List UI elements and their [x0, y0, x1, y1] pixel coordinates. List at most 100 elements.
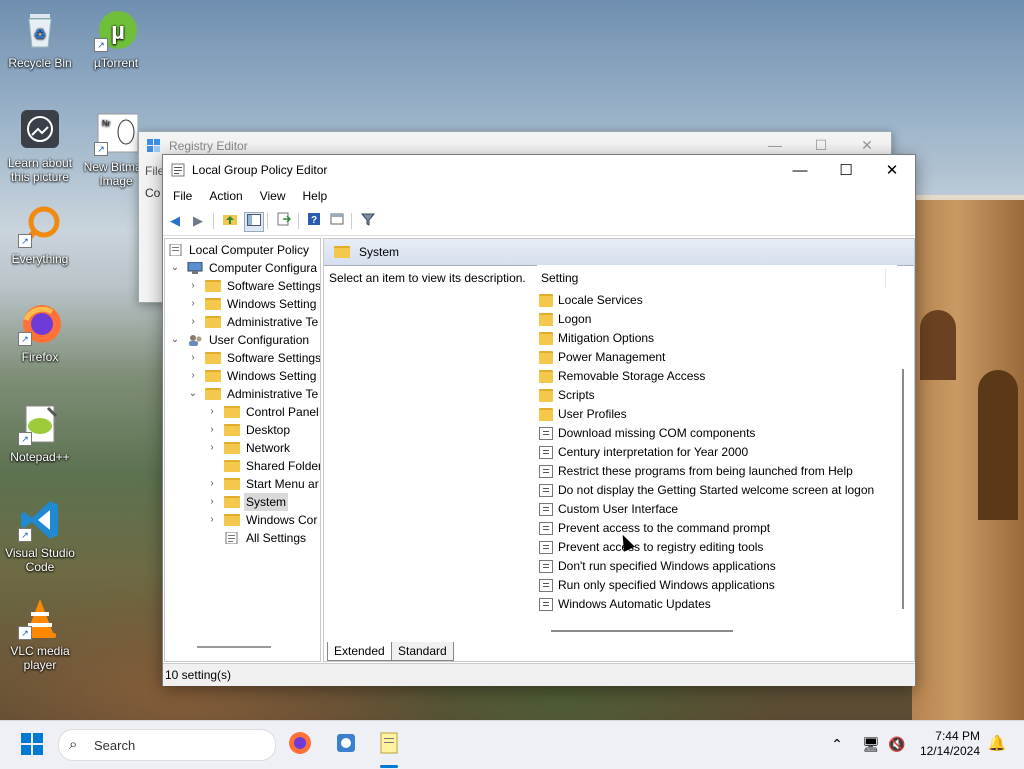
tab-standard[interactable]: Standard	[391, 642, 454, 661]
svg-text:µ: µ	[111, 18, 125, 45]
forward-arrow-icon[interactable]: ▶	[189, 212, 207, 230]
menu-bar: File Action View Help	[163, 186, 915, 208]
policy-setting-icon	[539, 484, 553, 497]
show-hide-tree-icon[interactable]	[244, 212, 264, 232]
chevron-right-icon[interactable]: ›	[187, 367, 199, 385]
folder-icon	[539, 332, 553, 345]
network-icon[interactable]: 🖥	[858, 731, 884, 757]
chevron-right-icon[interactable]: ›	[206, 403, 218, 421]
folder-icon	[224, 496, 240, 508]
column-header-setting[interactable]: Setting	[541, 271, 578, 285]
menu-help[interactable]: Help	[293, 186, 335, 208]
policy-computer-icon	[169, 244, 182, 256]
chevron-right-icon[interactable]: ›	[206, 439, 218, 457]
tree-horizontal-scrollbar[interactable]	[197, 646, 271, 648]
start-button[interactable]	[19, 732, 45, 758]
chevron-down-icon[interactable]: ⌄	[169, 331, 181, 349]
computer-icon	[187, 262, 203, 274]
desktop-icon-everything[interactable]: ↗ Everything	[2, 204, 78, 266]
registry-close-button[interactable]: ✕	[857, 137, 877, 154]
column-separator[interactable]	[885, 268, 886, 288]
chevron-right-icon[interactable]: ›	[206, 511, 218, 529]
notification-bell-icon[interactable]: 🔔	[984, 731, 1010, 757]
registry-minimize-button[interactable]: —	[765, 137, 785, 153]
desktop-icon-vlc[interactable]: ↗ VLC media player	[2, 596, 78, 672]
chevron-right-icon[interactable]: ›	[187, 313, 199, 331]
filter-icon[interactable]	[359, 212, 377, 230]
folder-icon	[205, 298, 221, 310]
utorrent-icon: µ ↗	[94, 8, 138, 52]
minimize-button[interactable]: —	[777, 155, 823, 186]
toolbar-separator	[213, 213, 214, 229]
desktop-icon-firefox[interactable]: ↗ Firefox	[2, 302, 78, 364]
folder-icon	[205, 280, 221, 292]
notepadpp-icon: ↗	[18, 402, 62, 446]
settings-list[interactable]: Setting Locale Services Logon Mitigation…	[537, 265, 897, 635]
toolbar-separator	[267, 213, 268, 229]
tab-extended[interactable]: Extended	[327, 642, 392, 661]
chevron-right-icon[interactable]: ›	[206, 493, 218, 511]
chevron-up-icon[interactable]: ⌃	[824, 731, 850, 757]
maximize-button[interactable]: ☐	[823, 155, 869, 186]
chevron-right-icon[interactable]: ›	[187, 277, 199, 295]
folder-icon	[205, 370, 221, 382]
menu-file[interactable]: File	[163, 186, 199, 208]
registry-editor-title: Registry Editor	[169, 139, 248, 153]
menu-view[interactable]: View	[250, 186, 293, 208]
window-titlebar[interactable]: Local Group Policy Editor — ☐ ✕	[163, 155, 915, 186]
policy-setting-icon	[539, 446, 553, 459]
volume-muted-icon[interactable]: 🔇	[884, 731, 910, 757]
properties-icon[interactable]	[328, 212, 346, 230]
desktop-icon-notepadpp[interactable]: ↗ Notepad++	[2, 402, 78, 464]
taskbar-search-box[interactable]: ⌕ Search	[58, 729, 276, 761]
horizontal-scrollbar[interactable]	[551, 630, 733, 632]
folder-icon	[224, 406, 240, 418]
policy-setting-icon	[539, 541, 553, 554]
close-button[interactable]: ✕	[869, 155, 915, 186]
chevron-right-icon[interactable]: ›	[187, 349, 199, 367]
group-policy-editor-window[interactable]: Local Group Policy Editor — ☐ ✕ File Act…	[162, 154, 916, 686]
folder-icon	[224, 424, 240, 436]
up-folder-icon[interactable]	[221, 212, 239, 230]
firefox-icon: ↗	[18, 302, 62, 346]
learn-picture-icon	[18, 108, 62, 152]
folder-icon	[224, 442, 240, 454]
vlc-icon: ↗	[18, 596, 62, 640]
taskbar-group-policy-icon[interactable]	[333, 731, 359, 757]
help-icon[interactable]: ?	[305, 212, 323, 230]
chevron-down-icon[interactable]: ⌄	[187, 385, 199, 403]
vertical-scrollbar[interactable]	[902, 369, 904, 609]
taskbar-firefox-icon[interactable]	[287, 731, 313, 757]
chevron-right-icon[interactable]: ›	[187, 295, 199, 313]
status-text: 10 setting(s)	[165, 668, 232, 682]
chevron-right-icon[interactable]: ›	[206, 475, 218, 493]
toolbar-separator	[298, 213, 299, 229]
registry-address: Co	[145, 186, 161, 200]
taskbar-notepad-icon[interactable]	[376, 731, 402, 757]
view-tabs: Extended Standard	[323, 642, 913, 662]
svg-text:Nr: Nr	[102, 119, 111, 128]
desktop-icon-vscode[interactable]: ↗ Visual Studio Code	[2, 498, 78, 574]
chevron-down-icon[interactable]: ⌄	[169, 259, 181, 277]
taskbar: ⌕ Search ⌃ 🖥 🔇 7:44 PM 12/14/2024 🔔	[0, 720, 1024, 769]
taskbar-clock[interactable]: 7:44 PM 12/14/2024	[918, 729, 980, 759]
export-list-icon[interactable]	[275, 212, 293, 230]
back-arrow-icon[interactable]: ◀	[166, 212, 184, 230]
svg-text:?: ?	[311, 215, 317, 226]
registry-maximize-button[interactable]: ☐	[811, 137, 831, 154]
folder-icon	[224, 460, 240, 472]
tree-pane[interactable]: Local Computer Policy ⌄ Computer Configu…	[164, 238, 321, 662]
description-text: Select an item to view its description.	[329, 271, 526, 285]
desktop-icon-recycle-bin[interactable]: ♻ Recycle Bin	[2, 8, 78, 70]
policy-setting-icon	[539, 560, 553, 573]
wallpaper-cliff	[912, 200, 1024, 720]
users-icon	[189, 335, 202, 346]
desktop-icon-utorrent[interactable]: µ ↗ µTorrent	[78, 8, 154, 70]
menu-action[interactable]: Action	[199, 186, 249, 208]
desktop-icon-learn-about-picture[interactable]: Learn about this picture	[2, 108, 78, 184]
registry-icon	[147, 139, 160, 152]
chevron-right-icon[interactable]: ›	[206, 421, 218, 439]
folder-icon	[539, 294, 553, 307]
recycle-bin-icon: ♻	[18, 8, 62, 52]
folder-icon	[539, 313, 553, 326]
